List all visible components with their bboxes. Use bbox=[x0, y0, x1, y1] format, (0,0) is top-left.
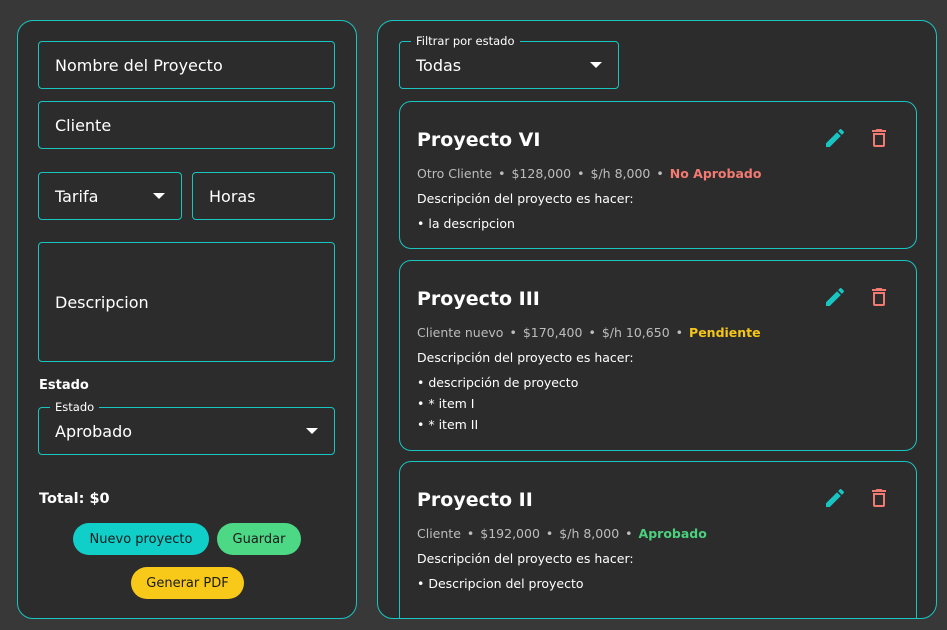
pencil-icon[interactable] bbox=[823, 285, 847, 309]
project-list-item: • * item II bbox=[417, 417, 479, 432]
project-client: Otro Cliente bbox=[417, 166, 493, 181]
hours-placeholder: Horas bbox=[209, 186, 256, 206]
project-rate: $/h 10,650 bbox=[601, 325, 670, 340]
project-title: Proyecto III bbox=[417, 288, 540, 310]
project-description: Descripción del proyecto es hacer: bbox=[417, 551, 634, 566]
project-name-placeholder: Nombre del Proyecto bbox=[55, 55, 223, 75]
tarifa-select[interactable]: Tarifa bbox=[38, 172, 182, 220]
estado-select[interactable]: Estado Aprobado bbox=[38, 400, 335, 455]
status-filter-label: Filtrar por estado bbox=[411, 34, 520, 48]
total-amount: Total: $0 bbox=[39, 491, 110, 507]
project-form-panel: Nombre del Proyecto Cliente Tarifa Horas… bbox=[17, 20, 357, 619]
project-amount: $170,400 bbox=[522, 325, 583, 340]
project-list-item: • la descripcion bbox=[417, 216, 515, 231]
project-card: Proyecto VI Otro Cliente • $128,000 • $/h 8,… bbox=[399, 101, 917, 249]
generate-pdf-button[interactable]: Generar PDF bbox=[131, 567, 244, 599]
estado-value: Aprobado bbox=[55, 421, 133, 441]
tarifa-label: Tarifa bbox=[55, 186, 99, 206]
project-card: Proyecto III Cliente nuevo • $170,400 • $/h … bbox=[399, 260, 917, 451]
description-textarea[interactable]: Descripcion bbox=[38, 242, 335, 362]
pencil-icon[interactable] bbox=[823, 126, 847, 150]
hours-input[interactable]: Horas bbox=[192, 172, 335, 220]
project-amount: $192,000 bbox=[480, 526, 540, 541]
project-rate: $/h 8,000 bbox=[559, 526, 620, 541]
project-description: Descripción del proyecto es hacer: bbox=[417, 350, 634, 365]
chevron-down-icon bbox=[590, 62, 602, 68]
project-title: Proyecto II bbox=[417, 489, 533, 511]
project-list-item: • descripción de proyecto bbox=[417, 375, 579, 390]
status-badge: No Aprobado bbox=[669, 166, 762, 181]
estado-section-label: Estado bbox=[39, 378, 89, 393]
project-card: Proyecto II Cliente • $192,000 • $/h 8,000 • A… bbox=[399, 461, 917, 618]
status-filter-value: Todas bbox=[416, 55, 462, 75]
project-description: Descripción del proyecto es hacer: bbox=[417, 191, 634, 206]
project-amount: $128,000 bbox=[511, 166, 572, 181]
trash-icon[interactable] bbox=[867, 126, 891, 150]
client-input[interactable]: Cliente bbox=[38, 101, 335, 149]
project-list-panel: Filtrar por estado Todas Proyecto VI Otr… bbox=[377, 20, 937, 619]
project-meta: Cliente nuevo • $170,400 • $/h 10,650 • Pendie… bbox=[417, 325, 761, 340]
trash-icon[interactable] bbox=[867, 285, 891, 309]
project-list-item: • Descripcion del proyecto bbox=[417, 576, 584, 591]
chevron-down-icon bbox=[306, 428, 318, 434]
project-rate: $/h 8,000 bbox=[590, 166, 651, 181]
project-meta: Cliente • $192,000 • $/h 8,000 • Aprobado bbox=[417, 526, 707, 541]
project-meta: Otro Cliente • $128,000 • $/h 8,000 • No Aprob… bbox=[417, 166, 762, 181]
project-title: Proyecto VI bbox=[417, 129, 541, 151]
save-button[interactable]: Guardar bbox=[217, 523, 301, 555]
project-client: Cliente nuevo bbox=[417, 325, 504, 340]
chevron-down-icon bbox=[153, 193, 165, 199]
description-placeholder: Descripcion bbox=[55, 292, 149, 312]
project-name-input[interactable]: Nombre del Proyecto bbox=[38, 41, 335, 89]
new-project-button[interactable]: Nuevo proyecto bbox=[73, 523, 209, 555]
trash-icon[interactable] bbox=[867, 486, 891, 510]
status-filter-select[interactable]: Filtrar por estado Todas bbox=[399, 34, 619, 89]
client-placeholder: Cliente bbox=[55, 115, 112, 135]
pencil-icon[interactable] bbox=[823, 486, 847, 510]
status-badge: Pendiente bbox=[689, 325, 761, 340]
status-badge: Aprobado bbox=[638, 526, 707, 541]
project-client: Cliente bbox=[417, 526, 461, 541]
estado-field-label: Estado bbox=[50, 400, 100, 414]
project-list-item: • * item I bbox=[417, 396, 475, 411]
